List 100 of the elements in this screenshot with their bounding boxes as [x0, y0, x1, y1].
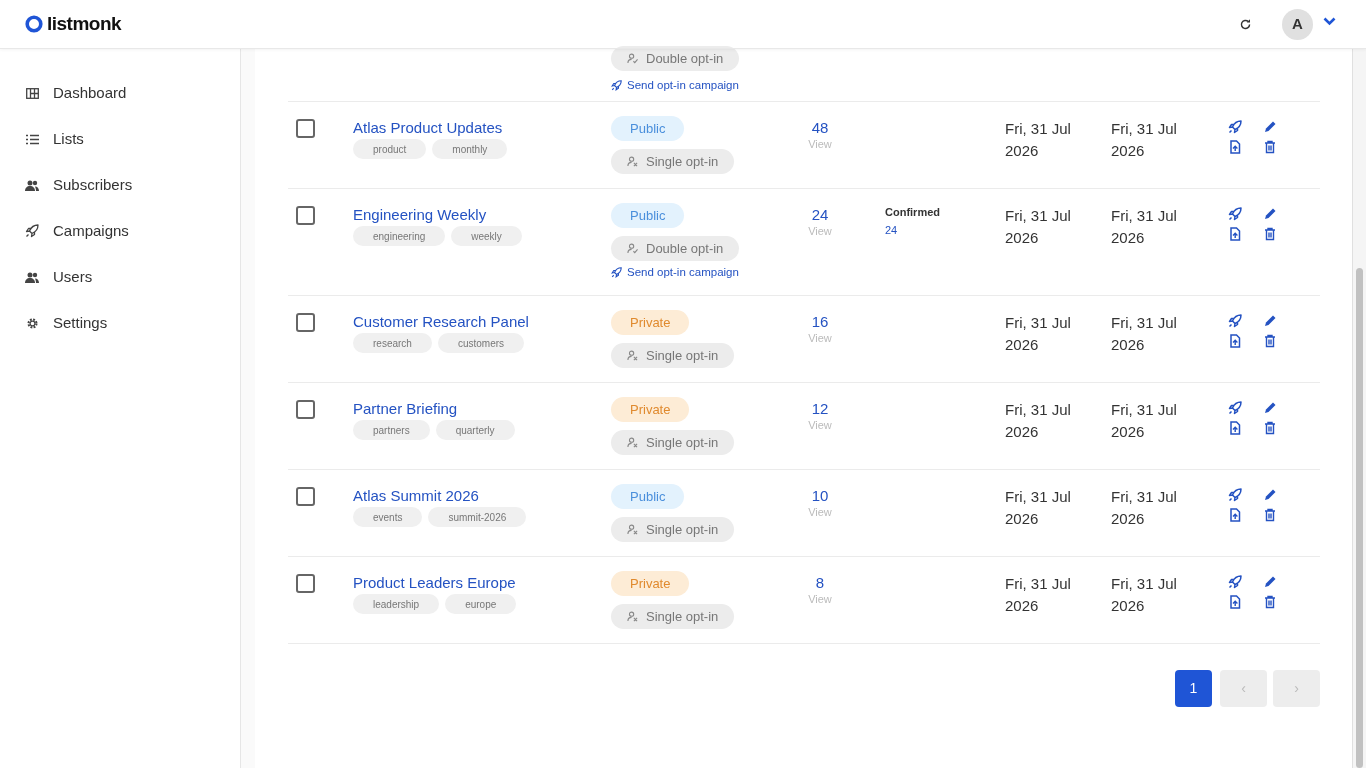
- created-date: Fri, 31 Jul 2026: [1005, 119, 1072, 161]
- user-cross-icon: [627, 437, 638, 449]
- sidebar-item[interactable]: Lists: [25, 128, 240, 151]
- visibility-tag: Public: [611, 116, 685, 141]
- updated-date: Fri, 31 Jul 2026: [1111, 487, 1178, 530]
- tag: customers: [437, 333, 525, 354]
- tag: engineering: [353, 226, 446, 246]
- list-name-link[interactable]: Partner Briefing: [353, 399, 458, 420]
- subscriber-count-link[interactable]: 8: [815, 573, 825, 594]
- updated-date: Fri, 31 Jul 2026: [1111, 119, 1178, 161]
- list-name-link[interactable]: Product Leaders Europe: [353, 573, 516, 594]
- file-upload-icon[interactable]: [1228, 595, 1242, 610]
- logo-text[interactable]: listmonk: [47, 9, 122, 39]
- gear-icon: [25, 316, 39, 330]
- page-button[interactable]: 1: [1175, 670, 1212, 708]
- visibility-tag: Public: [611, 484, 685, 510]
- sidebar-item[interactable]: Dashboard: [25, 82, 240, 105]
- opt-in-tag: Double opt-in: [611, 46, 740, 71]
- tag: research: [353, 333, 432, 354]
- opt-in-tag: Single opt-in: [611, 343, 735, 369]
- rocket-icon[interactable]: [1228, 401, 1242, 416]
- list-name-link[interactable]: Engineering Weekly: [353, 205, 487, 225]
- checkbox[interactable]: [296, 313, 315, 333]
- list-name-link[interactable]: Customer Research Panel: [353, 312, 529, 333]
- tag: product: [353, 139, 427, 159]
- list-name-link[interactable]: Atlas Summit 2026: [353, 486, 479, 507]
- send-opt-in-link[interactable]: Send opt-in campaign: [611, 264, 739, 282]
- avatar[interactable]: A: [1282, 8, 1313, 40]
- scrollbar[interactable]: [1352, 49, 1366, 768]
- created-date: Fri, 31 Jul 2026: [1005, 206, 1072, 248]
- created-date: Fri, 31 Jul 2026: [1005, 574, 1072, 617]
- subscriber-count-link[interactable]: 12: [811, 399, 829, 420]
- trash-icon[interactable]: [1263, 595, 1277, 610]
- created-date: Fri, 31 Jul 2026: [1005, 487, 1072, 530]
- checkbox[interactable]: [296, 400, 315, 420]
- opt-in-tag: Single opt-in: [611, 604, 735, 630]
- rocket-icon: [25, 224, 39, 239]
- sidebar-item[interactable]: Campaigns: [25, 220, 240, 243]
- send-opt-in-link[interactable]: Send opt-in campaign: [611, 77, 739, 95]
- sidebar-item[interactable]: Users: [25, 266, 240, 289]
- refresh-icon[interactable]: [1239, 17, 1252, 31]
- subscriber-count-link[interactable]: 48: [811, 118, 829, 138]
- rocket-icon: [611, 267, 622, 279]
- updated-date: Fri, 31 Jul 2026: [1111, 206, 1178, 248]
- file-upload-icon[interactable]: [1228, 227, 1242, 241]
- tag: monthly: [432, 139, 508, 159]
- opt-in-tag: Single opt-in: [611, 430, 735, 456]
- list-icon: [25, 133, 39, 145]
- updated-date: Fri, 31 Jul 2026: [1111, 574, 1178, 617]
- tag: events: [353, 507, 423, 528]
- rocket-icon[interactable]: [1228, 314, 1242, 329]
- pencil-icon[interactable]: [1263, 401, 1277, 416]
- sidebar-item[interactable]: Subscribers: [25, 174, 240, 197]
- tag: europe: [445, 594, 517, 615]
- file-upload-icon[interactable]: [1228, 140, 1242, 154]
- trash-icon[interactable]: [1263, 421, 1277, 436]
- file-upload-icon[interactable]: [1228, 508, 1242, 523]
- user-cross-icon: [627, 350, 638, 362]
- created-date: Fri, 31 Jul 2026: [1005, 313, 1072, 356]
- checkbox[interactable]: [296, 487, 315, 507]
- pencil-icon[interactable]: [1263, 120, 1277, 134]
- users-icon: [25, 271, 39, 283]
- pencil-icon[interactable]: [1263, 314, 1277, 329]
- trash-icon[interactable]: [1263, 140, 1277, 154]
- file-upload-icon[interactable]: [1228, 334, 1242, 349]
- rocket-icon[interactable]: [1228, 207, 1242, 221]
- user-cross-icon: [627, 611, 638, 623]
- visibility-tag: Public: [611, 203, 685, 228]
- tag: summit-2026: [428, 507, 527, 528]
- updated-date: Fri, 31 Jul 2026: [1111, 400, 1178, 443]
- sidebar-item[interactable]: Settings: [25, 312, 240, 335]
- users-icon: [25, 179, 39, 191]
- checkbox[interactable]: [296, 574, 315, 594]
- tag: partners: [353, 420, 430, 441]
- subscriber-count-link[interactable]: 10: [811, 486, 829, 507]
- rocket-icon[interactable]: [1228, 488, 1242, 503]
- checkbox[interactable]: [296, 206, 315, 225]
- user-cross-icon: [627, 156, 638, 167]
- list-name-link[interactable]: Atlas Product Updates: [353, 118, 503, 138]
- subscriber-count-link[interactable]: 16: [811, 312, 829, 333]
- pencil-icon[interactable]: [1263, 207, 1277, 221]
- file-upload-icon[interactable]: [1228, 421, 1242, 436]
- rocket-icon[interactable]: [1228, 575, 1242, 590]
- rocket-icon: [611, 80, 622, 92]
- pencil-icon[interactable]: [1263, 575, 1277, 590]
- dashboard-grid-icon: [25, 87, 39, 99]
- pencil-icon[interactable]: [1263, 488, 1277, 503]
- user-check-icon: [627, 53, 638, 64]
- visibility-tag: Private: [611, 310, 690, 336]
- status-count-link[interactable]: 24: [885, 222, 898, 239]
- tag: leadership: [353, 594, 440, 615]
- trash-icon[interactable]: [1263, 334, 1277, 349]
- opt-in-tag: Single opt-in: [611, 149, 735, 174]
- trash-icon[interactable]: [1263, 227, 1277, 241]
- created-date: Fri, 31 Jul 2026: [1005, 400, 1072, 443]
- rocket-icon[interactable]: [1228, 120, 1242, 134]
- checkbox[interactable]: [296, 119, 315, 138]
- chevron-down-icon[interactable]: [1323, 16, 1336, 26]
- trash-icon[interactable]: [1263, 508, 1277, 523]
- subscriber-count-link[interactable]: 24: [811, 205, 829, 225]
